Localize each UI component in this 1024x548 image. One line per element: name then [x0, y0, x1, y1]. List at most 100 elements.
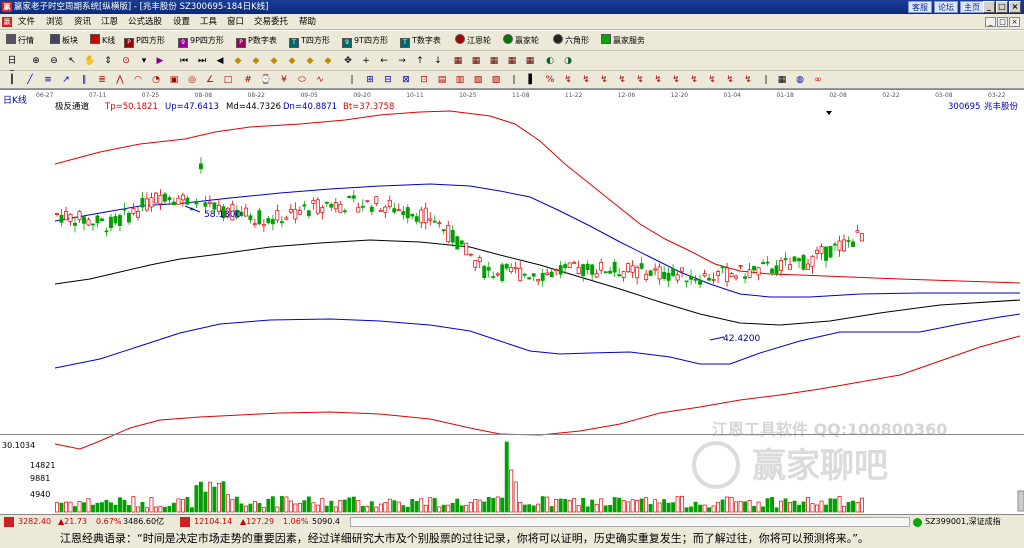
spiral-icon[interactable]: ◎ — [186, 74, 198, 86]
diamond-4-icon[interactable]: ◆ — [286, 55, 298, 67]
line-tool-icon[interactable]: ┃ — [6, 74, 18, 86]
tool-h-icon[interactable]: ▨ — [490, 74, 502, 86]
toolbar-gann-wheel-button[interactable]: 江恩轮 — [455, 34, 491, 48]
calc-2-icon[interactable]: ▦ — [470, 55, 482, 67]
pointer-icon[interactable]: ↖ — [66, 55, 78, 67]
sig-7-icon[interactable]: ↯ — [670, 74, 682, 86]
box-icon[interactable]: ▣ — [168, 74, 180, 86]
cycle-icon[interactable]: ◔ — [150, 74, 162, 86]
sig-11-icon[interactable]: ↯ — [742, 74, 754, 86]
menu-file[interactable]: 文件 — [18, 14, 35, 30]
gann-tool-2-icon[interactable]: ◑ — [562, 55, 574, 67]
sig-3-icon[interactable]: ↯ — [598, 74, 610, 86]
angle-icon[interactable]: ∠ — [204, 74, 216, 86]
mdi-close-icon[interactable]: × — [1009, 17, 1020, 27]
toolbar-9p-square-button[interactable]: 9 9P四方形 — [178, 34, 224, 48]
toolbar-sectors-button[interactable]: 板块 — [50, 34, 78, 48]
diamond-1-icon[interactable]: ◆ — [232, 55, 244, 67]
cross-icon[interactable]: + — [360, 55, 372, 67]
percent-icon[interactable]: % — [544, 74, 556, 86]
table-icon[interactable]: ▦ — [776, 74, 788, 86]
sig-5-icon[interactable]: ↯ — [634, 74, 646, 86]
tool-c-icon[interactable]: ⊠ — [400, 74, 412, 86]
column-icon[interactable]: ▌ — [526, 74, 538, 86]
toolbar-p-table-button[interactable]: P P数字表 — [236, 34, 277, 48]
last-icon[interactable]: ⏭ — [196, 55, 208, 67]
maximize-icon[interactable]: □ — [996, 1, 1008, 13]
zoom-out-icon[interactable]: ⊖ — [48, 55, 60, 67]
horizontal-scrollbar[interactable] — [350, 517, 910, 527]
prev-icon[interactable]: ◀ — [214, 55, 226, 67]
calc-3-icon[interactable]: ▦ — [488, 55, 500, 67]
toolbar-hexagon-button[interactable]: 六角形 — [553, 34, 589, 48]
arrow-down-icon[interactable]: ↓ — [432, 55, 444, 67]
menu-settings[interactable]: 设置 — [173, 14, 190, 30]
menu-window[interactable]: 窗口 — [227, 14, 244, 30]
toolbar-9t-square-button[interactable]: 9 9T四方形 — [342, 34, 388, 48]
ellipse-icon[interactable]: ⬭ — [296, 74, 308, 86]
toolbar-quotes-button[interactable]: 行情 — [6, 34, 34, 48]
tool-e-icon[interactable]: ▤ — [436, 74, 448, 86]
arrow-left-icon[interactable]: ← — [378, 55, 390, 67]
tool-f-icon[interactable]: ▥ — [454, 74, 466, 86]
sig-4-icon[interactable]: ↯ — [616, 74, 628, 86]
toolbar-t-square-button[interactable]: T T四方形 — [289, 34, 330, 48]
sig-1-icon[interactable]: ↯ — [562, 74, 574, 86]
vertical-arrow-icon[interactable]: ⇕ — [102, 55, 114, 67]
first-icon[interactable]: ⏮ — [178, 55, 190, 67]
tool-g-icon[interactable]: ▧ — [472, 74, 484, 86]
diamond-5-icon[interactable]: ◆ — [304, 55, 316, 67]
sh-index-icon[interactable] — [4, 517, 14, 527]
parallel-icon[interactable]: ∥ — [78, 74, 90, 86]
minimize-icon[interactable]: _ — [983, 1, 995, 13]
close-icon[interactable]: × — [1009, 1, 1021, 13]
toolbar-p-square-button[interactable]: P P四方形 — [124, 34, 165, 48]
tool-a-icon[interactable]: ⊞ — [364, 74, 376, 86]
forum-link[interactable]: 论坛 — [934, 1, 958, 13]
tool-b-icon[interactable]: ⊟ — [382, 74, 394, 86]
toolbar-winner-wheel-button[interactable]: 赢家轮 — [503, 34, 539, 48]
gann-tool-icon[interactable]: ◐ — [544, 55, 556, 67]
toolbar-service-button[interactable]: 赢家服务 — [601, 34, 645, 48]
wave-icon[interactable]: ∿ — [314, 74, 326, 86]
arrow-right-icon[interactable]: → — [396, 55, 408, 67]
time-tool-icon[interactable]: ⌚ — [260, 74, 272, 86]
menu-help[interactable]: 帮助 — [299, 14, 316, 30]
menu-news[interactable]: 资讯 — [74, 14, 91, 30]
calc-5-icon[interactable]: ▦ — [524, 55, 536, 67]
mdi-minimize-icon[interactable]: _ — [985, 17, 996, 27]
toolbar-t-table-button[interactable]: T T数字表 — [400, 34, 441, 48]
calc-1-icon[interactable]: ▦ — [452, 55, 464, 67]
ray-icon[interactable]: ↗ — [60, 74, 72, 86]
square-icon[interactable]: □ — [222, 74, 234, 86]
vertical-scrollbar[interactable] — [1017, 490, 1024, 512]
menu-formula[interactable]: 公式选股 — [128, 14, 162, 30]
app-menu-icon[interactable]: 赢 — [2, 17, 12, 27]
globe-icon[interactable]: ◍ — [794, 74, 806, 86]
price-tool-icon[interactable]: ¥ — [278, 74, 290, 86]
sig-2-icon[interactable]: ↯ — [580, 74, 592, 86]
fan-icon[interactable]: ⋀ — [114, 74, 126, 86]
fib-icon[interactable]: ≣ — [96, 74, 108, 86]
diamond-6-icon[interactable]: ◆ — [322, 55, 334, 67]
hand-icon[interactable]: ✋ — [84, 55, 96, 67]
grid-tool-icon[interactable]: # — [242, 74, 254, 86]
arc-icon[interactable]: ◠ — [132, 74, 144, 86]
trend-line-icon[interactable]: ╱ — [24, 74, 36, 86]
zoom-in-icon[interactable]: ⊕ — [30, 55, 42, 67]
menu-gann[interactable]: 江恩 — [101, 14, 118, 30]
diamond-3-icon[interactable]: ◆ — [268, 55, 280, 67]
sz-index-icon[interactable] — [180, 517, 190, 527]
menu-tools[interactable]: 工具 — [200, 14, 217, 30]
diamond-2-icon[interactable]: ◆ — [250, 55, 262, 67]
menu-browse[interactable]: 浏览 — [46, 14, 63, 30]
selector-icon[interactable]: ▾ — [138, 55, 150, 67]
period-dropdown-icon[interactable]: 日▾ — [6, 55, 18, 78]
sig-9-icon[interactable]: ↯ — [706, 74, 718, 86]
menu-trade[interactable]: 交易委托 — [254, 14, 288, 30]
target-icon[interactable]: ⊙ — [120, 55, 132, 67]
play-icon[interactable]: ▶ — [154, 55, 166, 67]
kline-chart[interactable]: 06-27 07-11 07-25 08-08 08-22 09-05 09-20 10-11… — [0, 89, 1024, 514]
sig-6-icon[interactable]: ↯ — [652, 74, 664, 86]
tool-d-icon[interactable]: ⊡ — [418, 74, 430, 86]
